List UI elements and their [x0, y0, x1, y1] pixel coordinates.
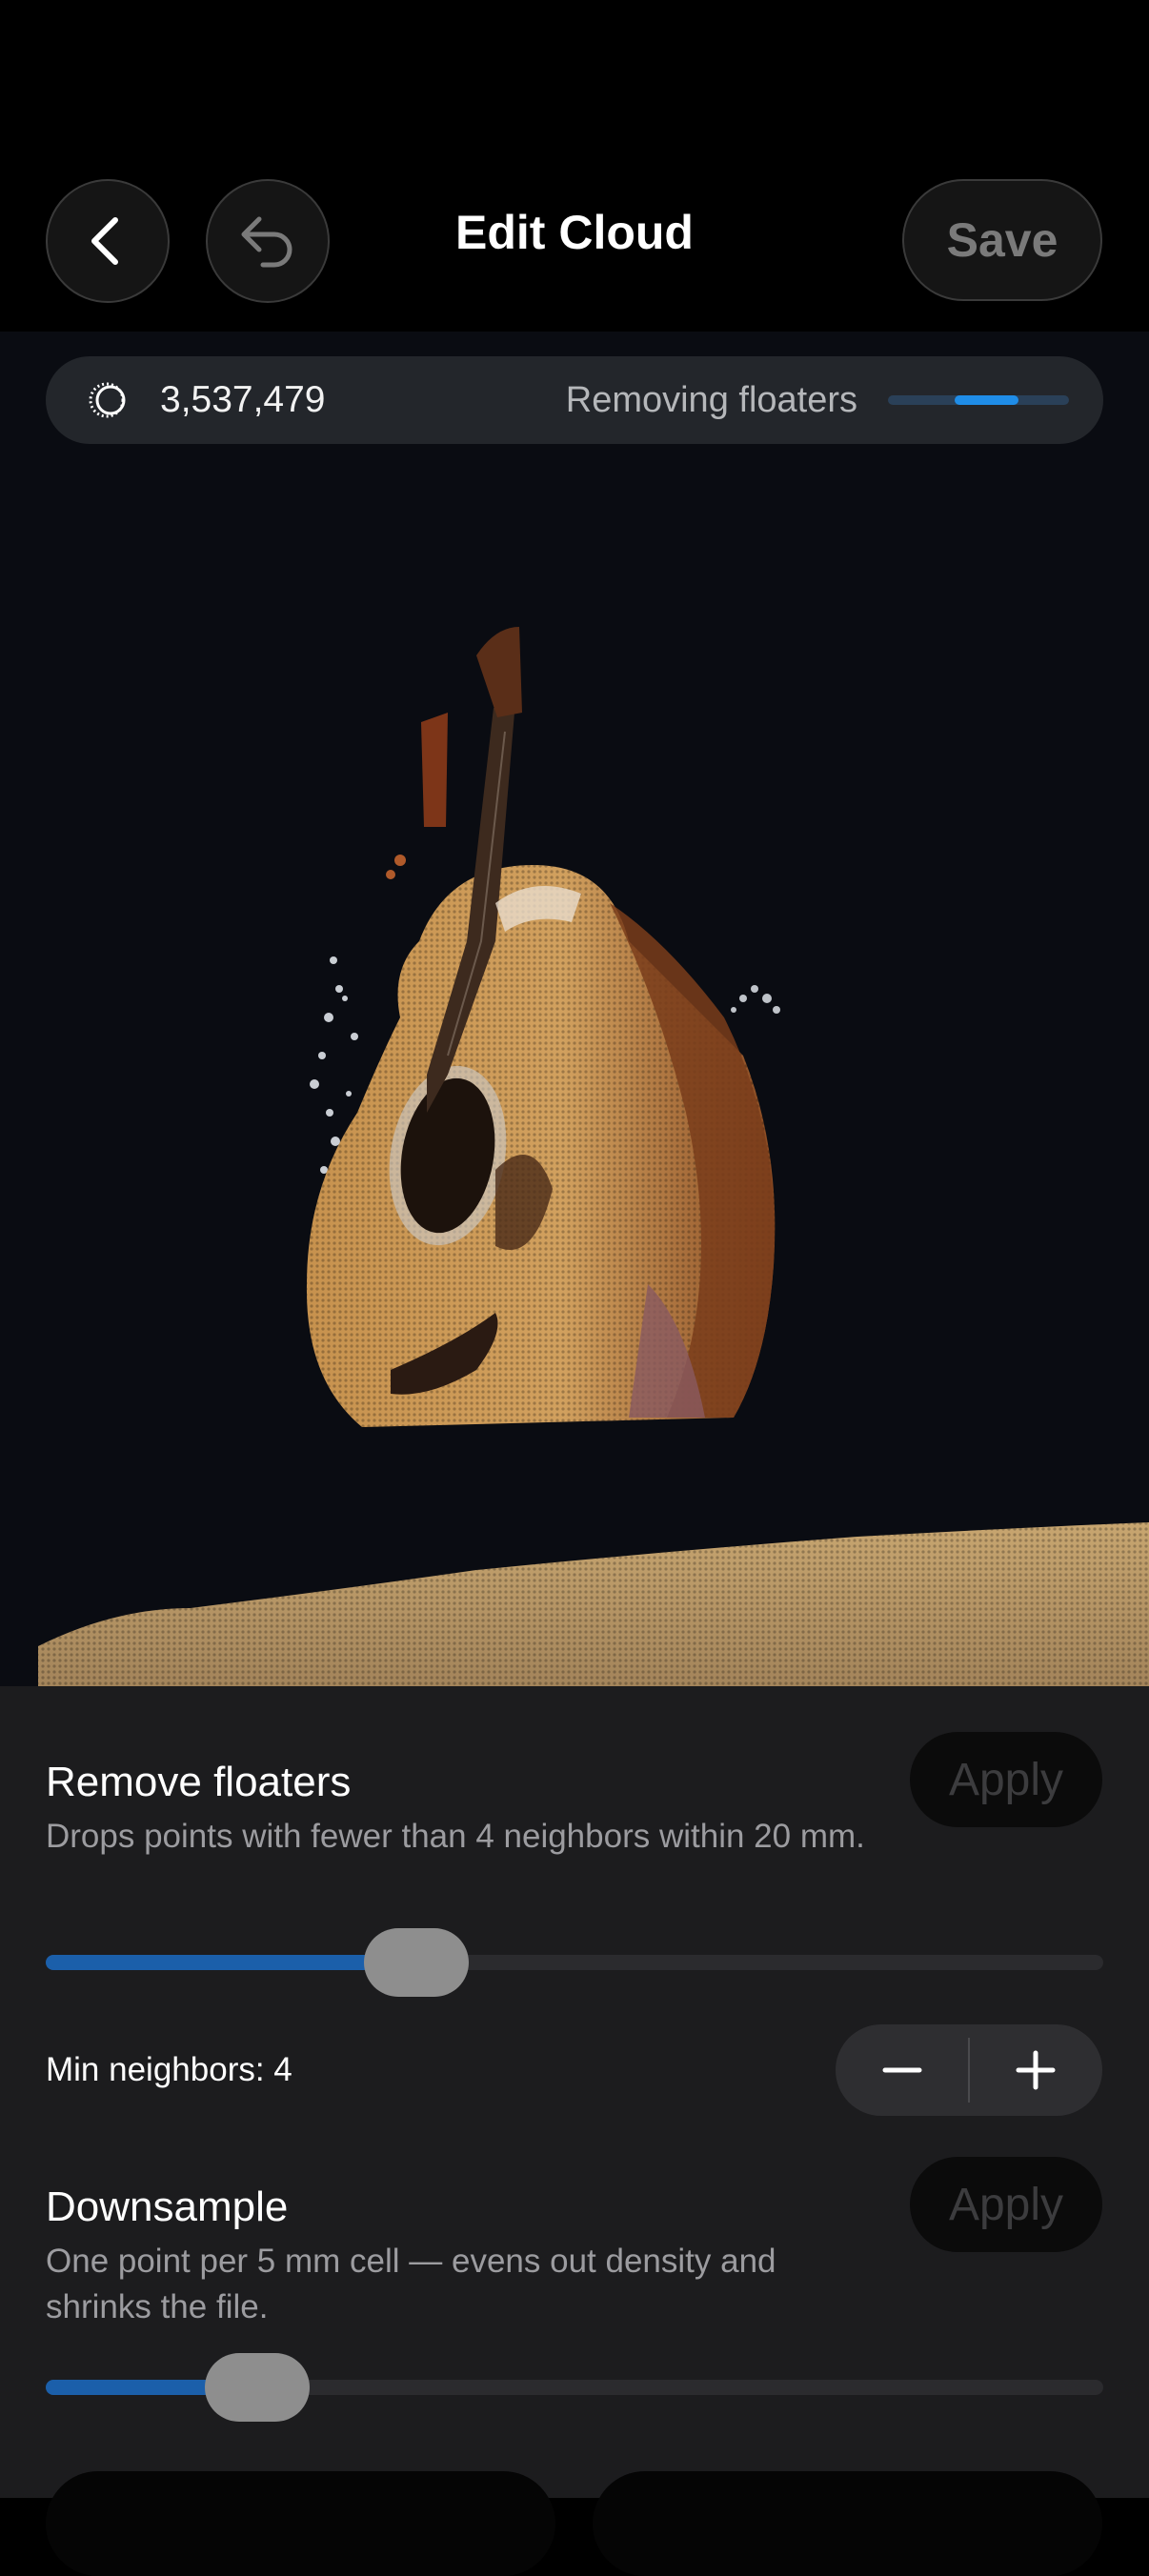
guitar-point-cloud-image	[38, 627, 1149, 1686]
floater-radius-slider[interactable]	[46, 1928, 1103, 1997]
progress-bar	[888, 395, 1069, 405]
point-cloud-viewport[interactable]	[0, 332, 1149, 1686]
downsample-title: Downsample	[46, 2184, 289, 2230]
point-count: 3,537,479	[160, 379, 326, 420]
slider-thumb[interactable]	[364, 1928, 469, 1997]
increment-button[interactable]	[969, 2024, 1102, 2116]
remove-floaters-title: Remove floaters	[46, 1759, 352, 1805]
remove-floaters-apply-button[interactable]: Apply	[910, 1732, 1102, 1827]
point-count-bar: 3,537,479 Removing floaters	[46, 356, 1103, 444]
minus-icon	[882, 2067, 922, 2073]
slider-thumb[interactable]	[205, 2353, 310, 2422]
min-neighbors-stepper	[836, 2024, 1102, 2116]
downsample-cell-slider[interactable]	[46, 2353, 1103, 2422]
downsample-description: One point per 5 mm cell — evens out dens…	[46, 2243, 776, 2325]
save-button[interactable]: Save	[902, 179, 1102, 301]
bottom-action-button-left[interactable]	[46, 2471, 555, 2576]
decrement-button[interactable]	[836, 2024, 969, 2116]
min-neighbors-label: Min neighbors: 4	[46, 2051, 292, 2088]
bottom-action-button-right[interactable]	[593, 2471, 1102, 2576]
point-cloud-icon	[89, 382, 126, 418]
processing-status: Removing floaters	[565, 380, 857, 420]
slider-fill	[46, 1955, 416, 1970]
downsample-apply-button[interactable]: Apply	[910, 2157, 1102, 2252]
remove-floaters-description: Drops points with fewer than 4 neighbors…	[46, 1818, 865, 1855]
progress-fill	[955, 395, 1018, 405]
plus-icon	[1016, 2050, 1056, 2090]
